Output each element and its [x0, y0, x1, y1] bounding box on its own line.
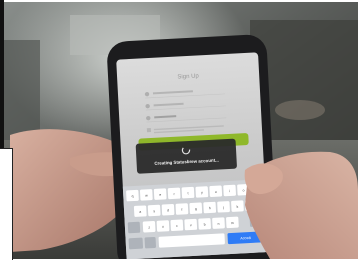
numbers-key [128, 237, 144, 250]
key-label-q: q [131, 194, 133, 198]
photo-scene: Sign Up Creating Statusbrew account... q… [0, 0, 358, 259]
toast [135, 138, 237, 174]
key-label-d: d [167, 208, 169, 212]
key-label-m: m [231, 221, 234, 225]
action-key-label: Accedi [240, 236, 251, 241]
key-label-a: a [139, 210, 141, 214]
key-label-o: o [242, 188, 244, 192]
globe-key-icon [144, 237, 157, 249]
background-object [275, 100, 325, 120]
key-label-u: u [215, 190, 217, 194]
overlay-white-panel [0, 148, 13, 260]
key-label-g: g [195, 207, 197, 211]
shift-key-icon [127, 221, 141, 234]
key-label-e: e [159, 193, 161, 197]
key-label-n: n [218, 222, 220, 226]
screen-title: Sign Up [177, 73, 199, 80]
key-label-h: h [209, 206, 211, 210]
key-label-b: b [204, 222, 206, 226]
image-border-top [0, 0, 358, 2]
